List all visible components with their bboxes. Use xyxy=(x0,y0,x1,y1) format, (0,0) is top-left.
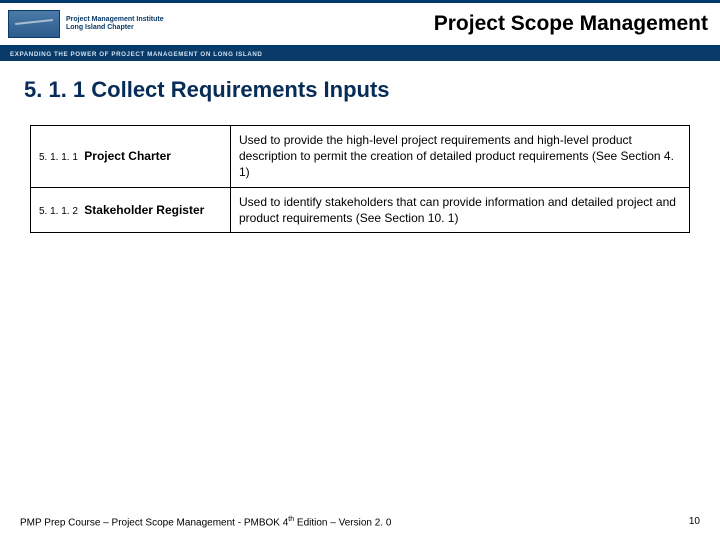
row-number: 5. 1. 1. 1 xyxy=(39,152,78,163)
row-name: Project Charter xyxy=(84,149,171,163)
inputs-table: 5. 1. 1. 1 Project Charter Used to provi… xyxy=(30,125,690,233)
footer-pre: PMP Prep Course – Project Scope Manageme… xyxy=(20,517,288,528)
row-desc: Used to identify stakeholders that can p… xyxy=(231,187,690,232)
org-name: Project Management Institute Long Island… xyxy=(66,16,164,32)
row-name: Stakeholder Register xyxy=(84,203,204,217)
org-line1: Project Management Institute xyxy=(66,16,164,24)
footer-text: PMP Prep Course – Project Scope Manageme… xyxy=(20,516,391,528)
footer: PMP Prep Course – Project Scope Manageme… xyxy=(0,516,720,528)
header-bar: Project Management Institute Long Island… xyxy=(0,0,720,48)
logo-block: Project Management Institute Long Island… xyxy=(8,10,164,38)
row-label: 5. 1. 1. 2 Stakeholder Register xyxy=(31,187,231,232)
pmi-logo-icon xyxy=(8,10,60,38)
page-number: 10 xyxy=(689,516,700,528)
row-label: 5. 1. 1. 1 Project Charter xyxy=(31,126,231,188)
footer-post: Edition – Version 2. 0 xyxy=(294,517,391,528)
section-heading: 5. 1. 1 Collect Requirements Inputs xyxy=(24,77,696,103)
content-area: 5. 1. 1 Collect Requirements Inputs 5. 1… xyxy=(0,61,720,233)
tagline-strip: EXPANDING THE POWER OF PROJECT MANAGEMEN… xyxy=(0,48,720,61)
page-title: Project Scope Management xyxy=(434,12,708,36)
table-row: 5. 1. 1. 1 Project Charter Used to provi… xyxy=(31,126,690,188)
org-line2: Long Island Chapter xyxy=(66,24,164,32)
row-desc: Used to provide the high-level project r… xyxy=(231,126,690,188)
row-number: 5. 1. 1. 2 xyxy=(39,206,78,217)
table-row: 5. 1. 1. 2 Stakeholder Register Used to … xyxy=(31,187,690,232)
